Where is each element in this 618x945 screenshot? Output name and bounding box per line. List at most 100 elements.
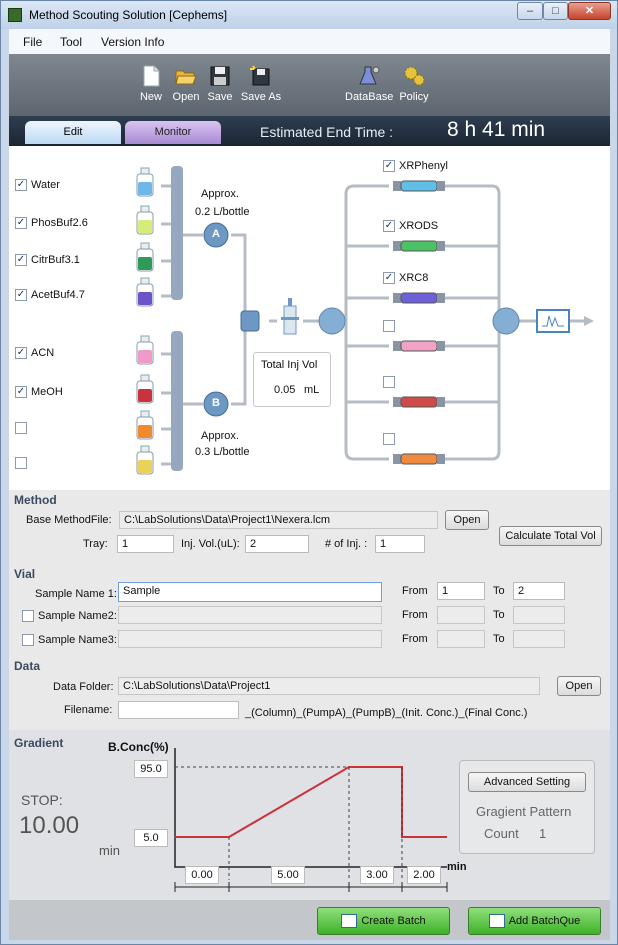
base-method-field[interactable]: C:\LabSolutions\Data\Project1\Nexera.lcm [119, 511, 438, 529]
conc-high-field[interactable]: 95.0 [134, 760, 168, 778]
tab-monitor[interactable]: Monitor [125, 121, 221, 144]
column-checkbox[interactable] [383, 376, 395, 388]
sample-name-1-field[interactable]: Sample [118, 582, 382, 602]
new-file-icon [143, 65, 160, 87]
conc-low-field[interactable]: 5.0 [134, 829, 168, 847]
column-tube-icon [393, 340, 445, 352]
total-inj-vol-unit: mL [304, 384, 320, 396]
sample-1-to-field[interactable]: 2 [513, 582, 565, 600]
new-label: New [139, 91, 162, 103]
advanced-box: Advanced Setting Gragient Pattern Count … [459, 760, 595, 854]
close-button[interactable]: ✕ [568, 2, 611, 20]
database-button[interactable]: DataBase [345, 64, 393, 103]
mixer-icon [240, 310, 260, 332]
sample-name-3-checkbox[interactable] [22, 634, 34, 646]
from-label-3: From [402, 633, 428, 645]
flow-lines [136, 166, 594, 475]
to-label-3: To [493, 633, 505, 645]
sample-name-2-field[interactable] [118, 606, 382, 624]
column-tube-icon [393, 292, 445, 304]
solvent-checkbox[interactable]: ✓ [15, 217, 27, 229]
gradient-axes [174, 748, 447, 868]
solvent-checkbox[interactable]: ✓ [15, 179, 27, 191]
solvent-checkbox[interactable]: ✓ [15, 386, 27, 398]
database-icon [359, 66, 380, 85]
pump-b-volume: 0.3 L/bottle [195, 446, 250, 458]
menu-tool[interactable]: Tool [60, 35, 82, 49]
column-checkbox[interactable]: ✓ [383, 272, 395, 284]
menu-version-info[interactable]: Version Info [101, 35, 164, 49]
pump-a-volume: 0.2 L/bottle [195, 206, 250, 218]
pump-a-approx: Approx. [201, 188, 239, 200]
base-method-label: Base MethodFile: [26, 514, 112, 526]
num-inj-field[interactable]: 1 [375, 535, 425, 553]
gears-icon [404, 66, 425, 86]
filename-field[interactable] [118, 701, 239, 719]
column-checkbox[interactable] [383, 320, 395, 332]
title-bar: Method Scouting Solution [Cephems] – □ ✕ [1, 1, 617, 29]
sample-2-to-field[interactable] [513, 606, 565, 624]
sample-name-2-checkbox[interactable] [22, 610, 34, 622]
policy-button[interactable]: Policy [399, 64, 429, 103]
column-valve-out-icon [492, 307, 520, 335]
solvent-bottle-icon [136, 242, 154, 272]
calculate-total-vol-button[interactable]: Calculate Total Vol [499, 526, 602, 546]
method-open-button[interactable]: Open [445, 510, 489, 530]
column-label: XRC8 [399, 272, 429, 284]
sample-1-from-field[interactable]: 1 [437, 582, 485, 600]
add-batch-icon [488, 914, 505, 929]
save-as-button[interactable]: Save As [240, 64, 282, 103]
column-valve-in-icon [318, 307, 346, 335]
new-button[interactable]: New [137, 64, 165, 103]
segment-4-field[interactable]: 2.00 [407, 866, 441, 884]
inj-vol-label: Inj. Vol.(uL): [181, 538, 240, 550]
maximize-button[interactable]: □ [543, 2, 568, 20]
sample-3-to-field[interactable] [513, 630, 565, 648]
advanced-setting-button[interactable]: Advanced Setting [468, 772, 586, 792]
segment-1-field[interactable]: 0.00 [185, 866, 219, 884]
segment-2-field[interactable]: 5.00 [271, 866, 305, 884]
save-disk-icon [210, 66, 230, 86]
solvent-label: MeOH [31, 386, 63, 398]
minimize-button[interactable]: – [517, 2, 543, 20]
solvent-checkbox[interactable]: ✓ [15, 254, 27, 266]
save-as-icon [250, 65, 270, 86]
gradient-pattern-label: Gragient Pattern [476, 804, 572, 819]
segment-3-field[interactable]: 3.00 [360, 866, 394, 884]
inj-vol-field[interactable]: 2 [245, 535, 309, 553]
open-button[interactable]: Open [169, 64, 203, 103]
add-batchque-button[interactable]: Add BatchQue [468, 907, 601, 935]
column-checkbox[interactable]: ✓ [383, 220, 395, 232]
to-label: To [493, 585, 505, 597]
manifold-a [171, 166, 183, 300]
column-checkbox[interactable] [383, 433, 395, 445]
column-checkbox[interactable]: ✓ [383, 160, 395, 172]
sample-3-from-field[interactable] [437, 630, 485, 648]
create-batch-label: Create Batch [361, 915, 426, 927]
toolbar: New Open Save Save As DataBase Policy [9, 54, 610, 116]
count-label: Count [484, 826, 519, 841]
data-folder-field[interactable]: C:\LabSolutions\Data\Project1 [118, 677, 540, 695]
solvent-checkbox[interactable]: ✓ [15, 289, 27, 301]
sample-name-3-field[interactable] [118, 630, 382, 648]
sample-2-from-field[interactable] [437, 606, 485, 624]
data-folder-label: Data Folder: [53, 681, 114, 693]
create-batch-button[interactable]: Create Batch [317, 907, 450, 935]
filename-suffix: _(Column)_(PumpA)_(PumpB)_(Init. Conc.)_… [245, 707, 528, 719]
solvent-bottle-icon [136, 167, 154, 197]
from-label-2: From [402, 609, 428, 621]
solvent-checkbox[interactable]: ✓ [15, 347, 27, 359]
add-batchque-label: Add BatchQue [508, 915, 581, 927]
action-bar: Create Batch Add BatchQue [9, 900, 610, 940]
tray-field[interactable]: 1 [117, 535, 174, 553]
save-as-label: Save As [240, 91, 282, 103]
flow-diagram: A B Approx. 0.2 L/bottle Approx. 0.3 L/b… [9, 146, 610, 490]
tab-edit[interactable]: Edit [25, 121, 121, 144]
save-button[interactable]: Save [205, 64, 235, 103]
tab-bar: Edit Monitor Estimated End Time : 8 h 41… [9, 116, 610, 146]
menu-file[interactable]: File [23, 35, 42, 49]
solvent-checkbox[interactable] [15, 422, 27, 434]
estimated-end-time-value: 8 h 41 min [447, 118, 546, 141]
solvent-checkbox[interactable] [15, 457, 27, 469]
data-open-button[interactable]: Open [557, 676, 601, 696]
